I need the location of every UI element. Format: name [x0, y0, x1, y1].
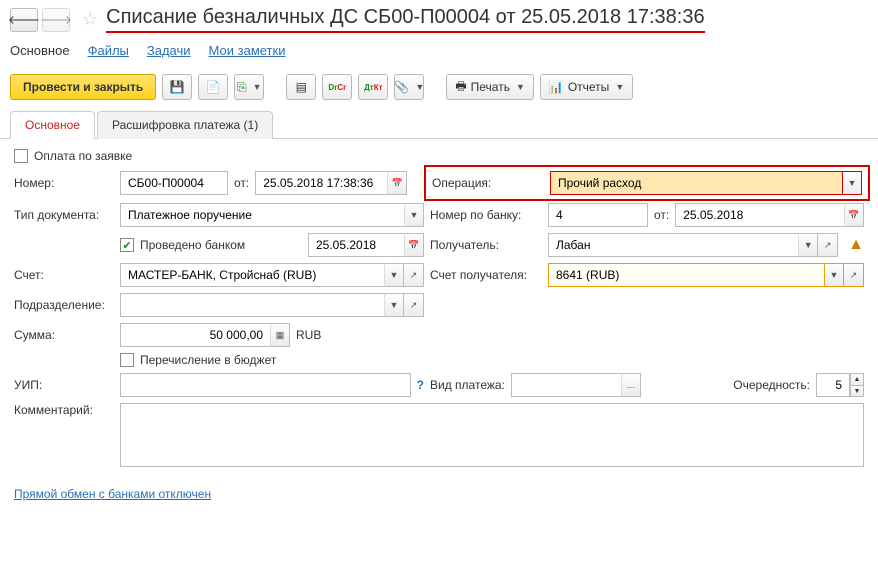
sum-input[interactable] [120, 323, 270, 347]
account-label: Счет: [14, 268, 114, 282]
bankdate-calendar-button[interactable]: 📅 [844, 203, 864, 227]
currency-label: RUB [296, 328, 321, 342]
copy-icon: ⎘ [237, 80, 247, 95]
banknum-label: Номер по банку: [430, 208, 542, 222]
navlink-notes[interactable]: Мои заметки [209, 43, 286, 58]
dtkt-button[interactable]: ДтКт [358, 74, 388, 100]
doctype-label: Тип документа: [14, 208, 114, 222]
from-label-2: от: [654, 208, 669, 222]
budget-checkbox[interactable]: Перечисление в бюджет [120, 353, 276, 367]
bank-done-checkbox[interactable]: ✔ Проведено банком [120, 238, 245, 252]
submit-close-button[interactable]: Провести и закрыть [10, 74, 156, 100]
account-select[interactable] [120, 263, 384, 287]
calendar-icon: 📅 [848, 210, 859, 221]
tab-detail[interactable]: Расшифровка платежа (1) [97, 111, 273, 139]
pay-by-request-checkbox[interactable]: Оплата по заявке [14, 149, 132, 163]
sum-label: Сумма: [14, 328, 114, 342]
paytype-select[interactable] [511, 373, 621, 397]
post-button[interactable]: 📄 [198, 74, 228, 100]
print-button[interactable]: 🖶Печать▼ [446, 74, 534, 100]
banknum-input[interactable] [548, 203, 648, 227]
dtkt-icon: ДтКт [364, 83, 382, 92]
bank-exchange-link[interactable]: Прямой обмен с банками отключен [14, 487, 211, 501]
operation-select[interactable] [550, 171, 842, 195]
save-button[interactable]: 💾 [162, 74, 192, 100]
order-input[interactable] [816, 373, 850, 397]
checkbox-checked-icon: ✔ [120, 238, 134, 252]
recipient-open-button[interactable]: ↗ [818, 233, 838, 257]
bank-done-calendar-button[interactable]: 📅 [404, 233, 424, 257]
account-open-button[interactable]: ↗ [404, 263, 424, 287]
page-title: Списание безналичных ДС СБ00-П00004 от 2… [106, 6, 704, 33]
operation-label: Операция: [432, 176, 544, 190]
number-input[interactable] [120, 171, 228, 195]
tab-main[interactable]: Основное [10, 111, 95, 139]
date-input[interactable] [255, 171, 387, 195]
uip-input[interactable] [120, 373, 411, 397]
uip-label: УИП: [14, 378, 114, 392]
dept-dropdown-button[interactable]: ▼ [384, 293, 404, 317]
bank-done-date-input[interactable] [308, 233, 404, 257]
navlink-tasks[interactable]: Задачи [147, 43, 191, 58]
number-label: Номер: [14, 176, 114, 190]
recip-acc-dropdown-button[interactable]: ▼ [824, 263, 844, 287]
recip-acc-label: Счет получателя: [430, 268, 542, 282]
recip-acc-open-button[interactable]: ↗ [844, 263, 864, 287]
doctype-select[interactable] [120, 203, 404, 227]
calendar-icon: 📅 [408, 240, 419, 251]
reports-button[interactable]: 📊Отчеты▼ [540, 74, 633, 100]
recipient-label: Получатель: [430, 238, 542, 252]
chart-icon: 📊 [549, 80, 564, 94]
order-spin-down[interactable]: ▼ [850, 385, 864, 397]
checkbox-icon [14, 149, 28, 163]
paytype-label: Вид платежа: [430, 378, 505, 392]
navlink-files[interactable]: Файлы [88, 43, 129, 58]
forward-button[interactable]: 🡒 [42, 8, 70, 32]
attach-menu-button[interactable]: 📎▼ [394, 74, 424, 100]
recip-acc-select[interactable] [548, 263, 824, 287]
drcr-icon: DrCr [328, 83, 346, 92]
star-icon[interactable]: ☆ [82, 9, 98, 30]
doc-icon: ▤ [296, 80, 307, 94]
order-label: Очередность: [733, 378, 810, 392]
back-button[interactable]: 🡐 [10, 8, 38, 32]
doc1-button[interactable]: ▤ [286, 74, 316, 100]
comment-textarea[interactable] [120, 403, 864, 467]
copy-menu-button[interactable]: ⎘▼ [234, 74, 264, 100]
warning-icon: ▲ [848, 236, 864, 254]
floppy-icon: 💾 [170, 80, 185, 94]
dept-open-button[interactable]: ↗ [404, 293, 424, 317]
document-check-icon: 📄 [206, 80, 221, 94]
attach-icon: 📎 [394, 80, 409, 94]
comment-label: Комментарий: [14, 403, 114, 417]
doctype-dropdown-button[interactable]: ▼ [404, 203, 424, 227]
recipient-select[interactable] [548, 233, 798, 257]
order-spin-up[interactable]: ▲ [850, 373, 864, 385]
paytype-more-button[interactable]: … [621, 373, 641, 397]
calendar-icon: 📅 [392, 178, 403, 189]
account-dropdown-button[interactable]: ▼ [384, 263, 404, 287]
operation-dropdown-button[interactable]: ▼ [842, 171, 862, 195]
help-icon[interactable]: ? [417, 378, 424, 392]
recipient-dropdown-button[interactable]: ▼ [798, 233, 818, 257]
from-label: от: [234, 176, 249, 190]
bankdate-input[interactable] [675, 203, 844, 227]
printer-icon: 🖶 [455, 77, 466, 98]
dept-label: Подразделение: [14, 298, 114, 312]
dept-select[interactable] [120, 293, 384, 317]
calendar-button[interactable]: 📅 [387, 171, 407, 195]
dc-button[interactable]: DrCr [322, 74, 352, 100]
navlink-main[interactable]: Основное [10, 43, 70, 58]
checkbox-icon [120, 353, 134, 367]
sum-calc-button[interactable]: ▦ [270, 323, 290, 347]
